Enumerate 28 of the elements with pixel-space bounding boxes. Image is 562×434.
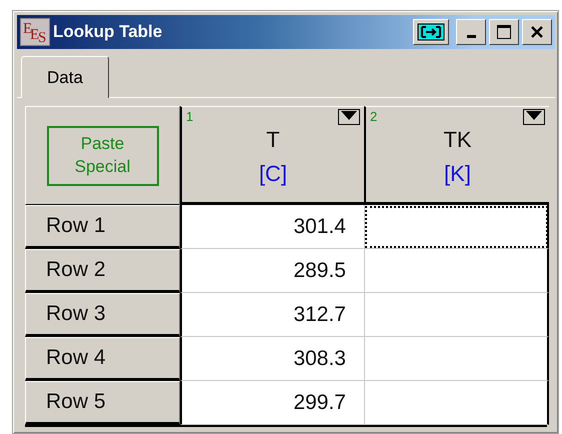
close-button[interactable] [522,19,552,45]
column-unit: [K] [444,161,471,187]
app-logo: EES [20,18,50,46]
row-header[interactable]: Row 1 [25,205,180,249]
dropdown-icon[interactable] [338,109,360,125]
maximize-icon [496,24,512,40]
row-header[interactable]: Row 5 [25,381,180,425]
column-number: 1 [186,109,194,124]
column-number: 2 [370,109,378,124]
table-cell: 299.7 [180,381,364,425]
dropdown-icon[interactable] [523,109,545,125]
column-name: T [266,127,280,153]
row-header[interactable]: Row 2 [25,249,180,293]
row-header[interactable]: Row 3 [25,293,180,337]
table-cell: 289.5 [180,249,364,293]
row-header[interactable]: Row 4 [25,337,180,381]
table-cell: 308.3 [180,337,364,381]
maximize-button[interactable] [489,19,519,45]
table-cell: 301.4 [180,205,364,249]
minimize-icon [466,35,476,38]
column-unit: [C] [258,161,288,187]
table-cell: 312.7 [180,293,364,337]
tab[interactable]: Data [21,56,109,98]
close-icon [530,25,544,39]
column-name: TK [443,127,472,153]
minimize-button[interactable] [456,19,486,45]
link-button[interactable] [413,19,449,45]
window-title: Lookup Table [53,22,164,42]
